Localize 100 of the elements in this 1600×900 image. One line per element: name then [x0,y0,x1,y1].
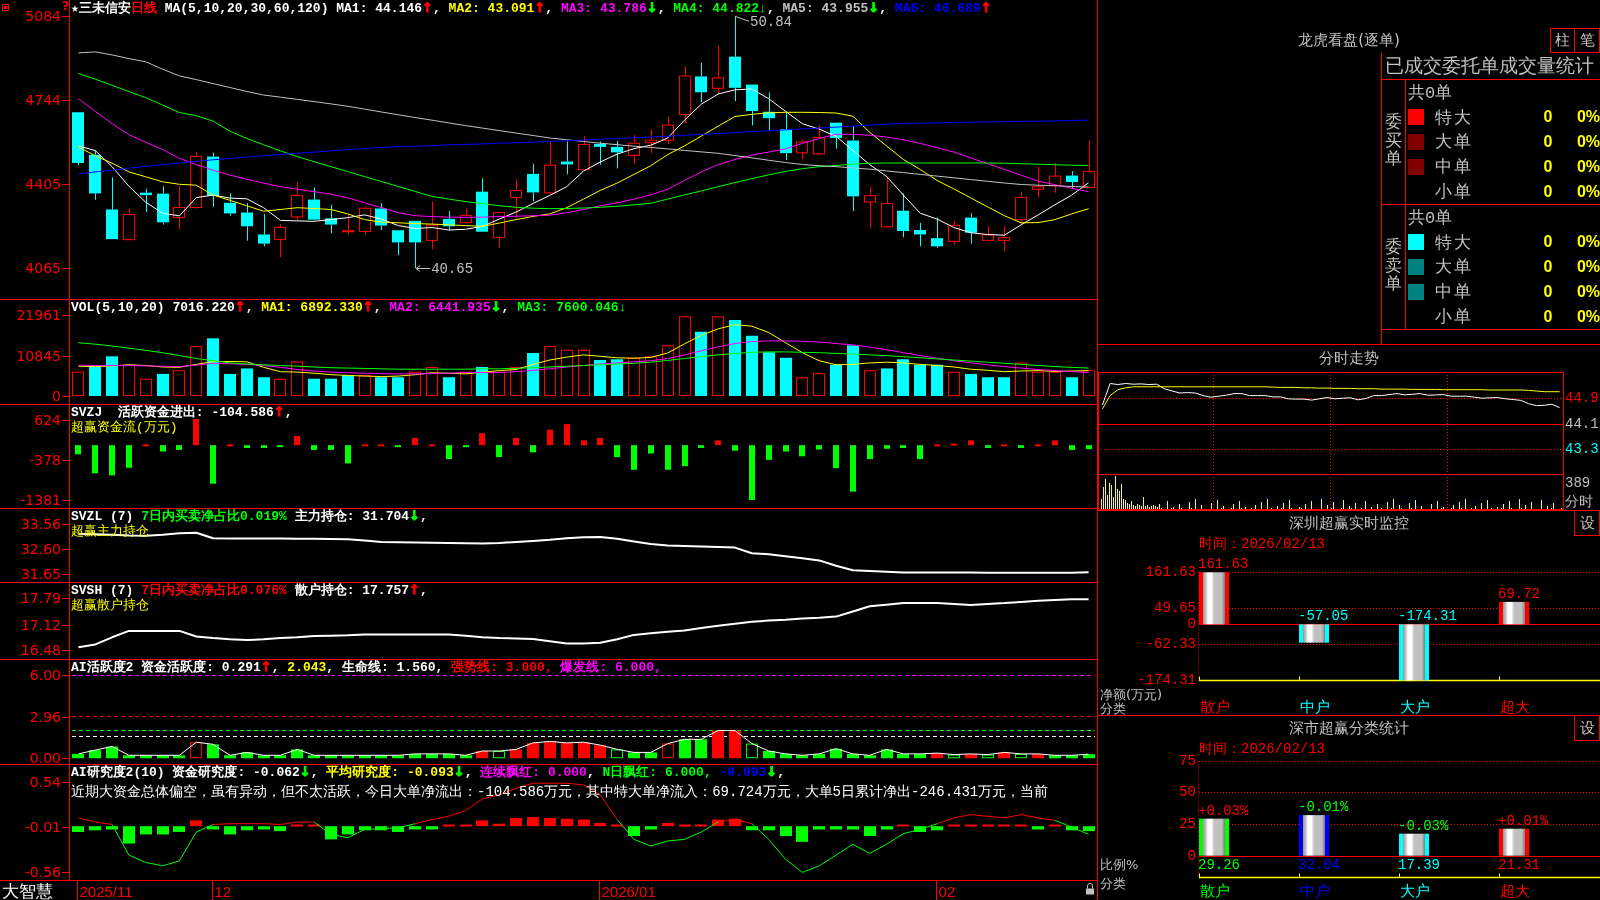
research-bar [460,824,472,827]
help-link[interactable]: ? [62,0,69,13]
volume-bar [998,377,1010,396]
research-bar [847,826,859,830]
candlestick [914,222,926,247]
axis-label: 17.79 [20,590,61,606]
axis-title: 分类 [1100,700,1126,716]
ratio-bar [1199,818,1229,856]
research-bar [594,822,606,827]
axis-label: 43.3 [1565,441,1599,458]
candlestick [679,66,691,125]
candlestick [274,223,286,258]
indicator-legend: SVZL (7) 7日内买卖净占比0.019% 主力持仓: 31.704↓, [71,509,428,524]
research-bar [359,826,371,831]
activity-bar [476,750,488,759]
ratio-bar [1299,815,1329,856]
activity-bar [123,755,135,759]
axis-label: -62.33 [1145,636,1196,653]
volume-bar [948,371,960,396]
volume-bar [89,366,101,396]
fund-flow-bar [345,445,351,464]
volume-bar [241,368,253,396]
activity-bar [426,753,438,759]
candlestick [106,176,118,240]
research-bar [89,826,101,831]
volume-bar [897,359,909,396]
order-share: 0% [1576,233,1600,252]
panel-title: 深市超赢分类统计 [1289,719,1409,738]
research-bar [611,824,623,827]
settings-button[interactable]: 设 [1574,716,1600,741]
axis-title: 分类 [1100,875,1126,891]
fund-flow-bar [1035,444,1041,447]
volume-bar [274,378,286,396]
volume-bar [157,373,169,396]
research-bar [207,826,219,830]
volume-bar [190,346,202,396]
fund-flow-bar [900,445,906,448]
value-label: 161.63 [1198,556,1249,573]
fund-flow-bar [749,445,755,500]
fund-flow-bar [412,438,418,446]
annotation: 50.84 [750,14,793,31]
axis-label: 0 [1187,847,1196,864]
fund-flow-bar [816,445,822,450]
order-size-label: 特大 [1435,232,1473,254]
candlestick [325,204,337,234]
volume-bar [123,364,135,396]
fund-flow-bar [648,445,654,454]
order-share: 0% [1576,258,1600,276]
fund-flow-bar [799,445,805,457]
research-bar [796,826,808,842]
research-bar [106,826,118,830]
candlestick [375,202,387,231]
activity-bar [998,752,1010,759]
activity-bar [493,750,505,759]
volume-bar [1032,371,1044,396]
side-label: 委买单 [1385,113,1402,171]
axis-label: 50 [1179,784,1196,801]
research-bar [881,826,893,830]
volume-bar [308,378,320,396]
net-amount-bar [1499,601,1529,625]
axis-label: 0.54 [29,773,61,790]
candlestick [561,140,573,175]
volume-bar [342,375,354,396]
research-bar [392,826,404,832]
order-count: 0 [1543,133,1553,151]
activity-bar [982,754,994,759]
research-bar [914,826,926,832]
activity-bar [359,755,371,759]
candlestick [796,139,808,160]
fund-flow-bar [1069,445,1075,450]
volume-bar [578,349,590,396]
time-label: 时间：2026/02/13 [1199,535,1325,553]
activity-bar [847,753,859,759]
fund-flow-bar [479,433,485,446]
candlestick [510,178,522,219]
date-label: 12 [214,882,232,900]
research-bar [662,822,674,827]
volume-bar [392,377,404,396]
settings-button[interactable]: 设 [1574,511,1600,536]
axis-label: 161.63 [1145,564,1196,581]
candlestick [342,213,354,235]
fund-flow-bar [631,445,637,470]
indicator-legend: ★三未信安日线 MA(5,10,20,30,60,120) MA1: 44.146↑, MA2: 43.091↑, MA3: 43.786↓, MA4: 44.822↓, MA5: 43.955↓, MA6: 46.689↑ [71,1,992,16]
order-size-label: 中单 [1435,282,1473,304]
activity-bar [325,755,337,759]
volume-bar [426,366,438,396]
activity-bar [409,753,421,759]
order-share: 0% [1576,133,1600,151]
volume-bar [224,373,236,396]
candlestick [1015,191,1027,225]
candlestick [1083,140,1095,188]
panel-title: 深圳超赢实时监控 [1289,514,1409,533]
view-toggle-button[interactable]: 笔 [1575,28,1600,53]
panel-title: 分时走势 [1319,349,1379,368]
volume-bar [140,378,152,396]
activity-bar [830,748,842,759]
view-toggle-button[interactable]: 柱 [1550,28,1575,53]
activity-bar [258,755,270,759]
value-label: 17.39 [1398,857,1440,873]
research-bar [190,820,202,827]
